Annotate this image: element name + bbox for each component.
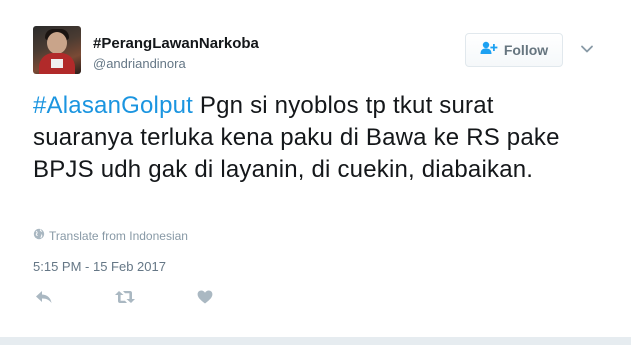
hashtag-link[interactable]: #AlasanGolput xyxy=(33,92,193,119)
like-button[interactable] xyxy=(194,290,216,308)
follow-button[interactable]: Follow xyxy=(465,33,563,67)
retweet-icon xyxy=(114,290,136,309)
follow-label: Follow xyxy=(503,42,549,58)
display-name[interactable]: #PerangLawanNarkoba xyxy=(93,35,259,52)
avatar-shirt-print xyxy=(51,59,63,68)
tweet-card: #PerangLawanNarkoba @andriandinora Follo… xyxy=(0,0,631,345)
user-handle[interactable]: @andriandinora xyxy=(93,56,186,71)
tweet-text: #AlasanGolput Pgn si nyoblos tp tkut sur… xyxy=(33,90,593,186)
globe-icon xyxy=(33,228,45,243)
heart-icon xyxy=(197,290,213,309)
avatar-face xyxy=(47,32,67,54)
tweet-timestamp[interactable]: 5:15 PM - 15 Feb 2017 xyxy=(33,259,166,274)
translate-link[interactable]: Translate from Indonesian xyxy=(33,228,188,243)
divider xyxy=(0,337,631,345)
add-user-icon xyxy=(480,41,498,60)
translate-label: Translate from Indonesian xyxy=(49,228,188,243)
retweet-button[interactable] xyxy=(114,290,136,308)
reply-button[interactable] xyxy=(33,290,55,308)
avatar[interactable] xyxy=(33,26,81,74)
reply-icon xyxy=(35,290,53,309)
chevron-down-icon[interactable] xyxy=(580,42,594,56)
